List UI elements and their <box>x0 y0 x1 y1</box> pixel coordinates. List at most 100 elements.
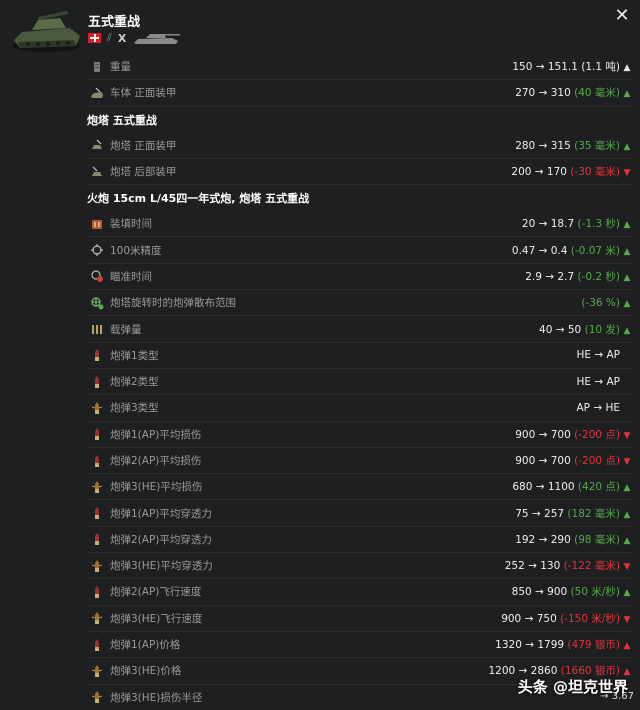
tank-silhouette-icon <box>134 34 181 44</box>
stat-label: 炮弹3(HE)平均损伤 <box>110 481 203 494</box>
arrow-up-icon: ▲ <box>623 641 631 652</box>
stat-change: HE → AP <box>576 349 620 362</box>
stat-label: 炮弹2(AP)平均损伤 <box>110 455 202 467</box>
stat-row: 炮弹1(AP)平均损伤 900 → 700 (-200 点) ▼ <box>86 422 634 448</box>
stat-change: 900 → 750 <box>501 612 557 625</box>
stat-delta: (50 米/秒) <box>570 586 620 599</box>
stat-value: 150 → 151.1 (1.1 吨) ▲ <box>512 59 634 74</box>
stat-change: 75 → 257 <box>515 507 565 520</box>
stat-delta: (10 发) <box>584 323 620 336</box>
stat-value: 40 → 50 (10 发) ▲ <box>539 322 634 337</box>
stat-delta: (-122 毫米) <box>563 560 620 573</box>
swiss-flag-icon <box>88 33 101 43</box>
stat-change: 252 → 130 <box>504 560 561 573</box>
arrow-up-icon: ▲ <box>623 588 631 599</box>
stat-delta: (-200 点) <box>574 455 620 467</box>
stat-delta: (98 毫米) <box>574 533 620 546</box>
shell-ap-icon <box>86 531 108 547</box>
shell-ap-icon <box>86 426 108 442</box>
stat-label: 100米精度 <box>110 244 162 257</box>
stat-value: 280 → 315 (35 毫米) ▲ <box>515 138 634 153</box>
arrow-up-icon: ▲ <box>623 298 631 309</box>
tank-name: 五式重战 <box>88 15 141 30</box>
section-title: 火炮 15cm L/45四一年式炮, 炮塔 五式重战 <box>87 192 310 206</box>
stat-delta: (-0.07 米) <box>570 244 620 257</box>
weight-icon <box>86 59 108 75</box>
tank-image <box>12 10 80 52</box>
stat-label: 炮弹2(AP)平均穿透力 <box>110 533 212 546</box>
stat-change: 280 → 315 <box>515 139 571 152</box>
stat-row: 炮弹3(HE)平均损伤 680 → 1100 (420 点) ▲ <box>86 474 634 501</box>
arrow-up-icon: ▲ <box>623 63 631 74</box>
stat-label: 炮塔 正面装甲 <box>110 139 177 152</box>
stat-value: 680 → 1100 (420 点) ▲ <box>512 479 634 494</box>
stat-label: 炮弹3类型 <box>110 402 159 415</box>
stat-row: 炮弹1(AP)价格 1320 → 1799 (479 银币) ▲ <box>86 632 634 659</box>
stat-value: 270 → 310 (40 毫米) ▲ <box>515 85 634 100</box>
stat-row: 炮弹1(AP)平均穿透力 75 → 257 (182 毫米) ▲ <box>86 500 634 527</box>
arrow-down-icon: ▼ <box>623 562 631 573</box>
stat-row: 炮弹2(AP)平均损伤 900 → 700 (-200 点) ▼ <box>86 448 634 475</box>
arrow-up-icon: ▲ <box>623 246 631 257</box>
crosshair-icon <box>86 242 108 258</box>
section-title: 炮塔 五式重战 <box>87 113 157 127</box>
turret-dispersion-icon <box>86 295 108 311</box>
stat-row: 炮弹1类型 HE → AP <box>86 343 634 369</box>
stat-change: AP → HE <box>576 401 620 414</box>
shell-he-icon <box>86 558 108 574</box>
stat-row: 炮弹3(HE)平均穿透力 252 → 130 (-122 毫米) ▼ <box>86 553 634 580</box>
stat-value: 1320 → 1799 (479 银币) ▲ <box>495 637 634 652</box>
stat-label: 炮弹2(AP)飞行速度 <box>110 586 202 599</box>
reload-icon <box>86 216 108 232</box>
watermark-value: → 3.67 <box>600 691 634 702</box>
stat-row: 车体 正面装甲 270 → 310 (40 毫米) ▲ <box>86 80 634 107</box>
shell-ap-icon <box>86 637 108 653</box>
stat-delta: (-1.3 秒) <box>577 218 620 231</box>
stat-value: (-36 %) ▲ <box>581 297 634 309</box>
stat-value: 75 → 257 (182 毫米) ▲ <box>515 506 634 521</box>
stat-change: 850 → 900 <box>511 586 568 599</box>
stat-label: 炮塔 后部装甲 <box>110 166 177 179</box>
stat-value: 20 → 18.7 (-1.3 秒) ▲ <box>522 216 634 231</box>
stat-value: 200 → 170 (-30 毫米) ▼ <box>511 164 634 179</box>
stat-delta: (-200 点) <box>574 428 620 441</box>
arrow-up-icon: ▲ <box>623 272 631 283</box>
arrow-up-icon: ▲ <box>623 483 631 494</box>
stat-label: 重量 <box>110 61 131 74</box>
stat-label: 炮弹1(AP)价格 <box>110 639 181 652</box>
stat-delta: (-150 米/秒) <box>560 612 620 625</box>
shell-ap-icon <box>86 584 108 600</box>
stat-delta: (182 毫米) <box>567 507 620 520</box>
aim-time-icon <box>86 268 108 284</box>
stat-value: 900 → 750 (-150 米/秒) ▼ <box>501 611 634 626</box>
stat-row: 炮弹2类型 HE → AP <box>86 369 634 396</box>
stat-change: 0.47 → 0.4 <box>511 244 568 257</box>
stat-value: 900 → 700 (-200 点) ▼ <box>515 427 634 442</box>
stat-change: 200 → 170 <box>511 166 567 179</box>
stat-label: 炮弹2类型 <box>110 376 159 389</box>
close-icon[interactable]: ✕ <box>614 5 629 26</box>
stat-label: 炮弹3(HE)平均穿透力 <box>110 560 213 573</box>
stat-row: 装填时间 20 → 18.7 (-1.3 秒) ▲ <box>86 211 634 238</box>
stat-delta: (-0.2 秒) <box>577 270 620 283</box>
close-button[interactable]: ✕ <box>612 6 632 26</box>
stat-row: 炮塔 正面装甲 280 → 315 (35 毫米) ▲ <box>86 133 634 159</box>
stat-change: 680 → 1100 <box>512 481 575 494</box>
shell-ap-icon <box>86 347 108 363</box>
stat-row: 炮弹2(AP)平均穿透力 192 → 290 (98 毫米) ▲ <box>86 527 634 554</box>
arrow-up-icon: ▲ <box>623 509 631 520</box>
ammo-capacity-icon <box>86 321 108 337</box>
stat-value: HE → AP <box>576 349 634 361</box>
stat-change: 40 → 50 <box>539 323 582 336</box>
arrow-down-icon: ▼ <box>623 168 631 179</box>
stat-label: 瞄准时间 <box>110 270 152 283</box>
stat-value: 0.47 → 0.4 (-0.07 米) ▲ <box>512 243 634 258</box>
stat-delta: (420 点) <box>577 481 620 494</box>
arrow-up-icon: ▲ <box>623 325 631 336</box>
stat-row: 载弹量 40 → 50 (10 发) ▲ <box>86 316 634 343</box>
stat-label: 炮塔旋转时的炮弹散布范围 <box>110 297 236 310</box>
stat-change: 900 → 700 <box>515 428 571 441</box>
arrow-up-icon: ▲ <box>623 535 631 546</box>
shell-he-icon <box>86 689 108 705</box>
stat-row: 100米精度 0.47 → 0.4 (-0.07 米) ▲ <box>86 237 634 264</box>
